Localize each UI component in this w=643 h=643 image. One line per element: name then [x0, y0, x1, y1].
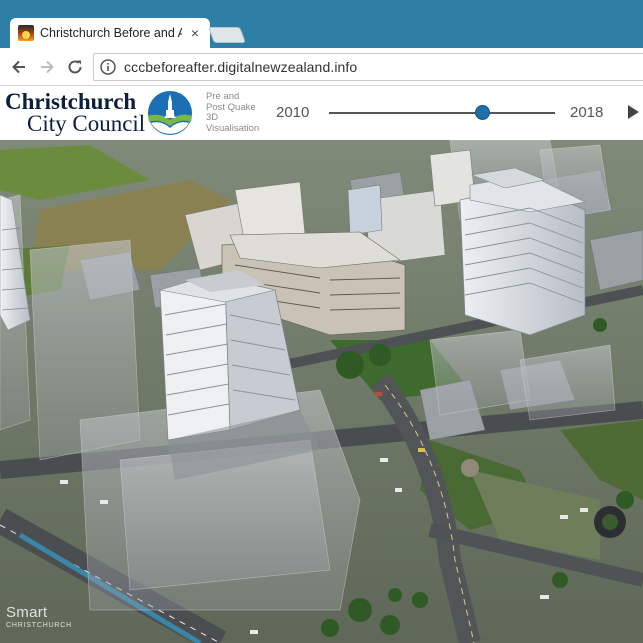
sunset-favicon-icon [18, 25, 34, 41]
new-tab-button[interactable] [208, 27, 246, 43]
tab-title: Christchurch Before and Af [40, 26, 182, 40]
app-header: Christchurch City Council Pre and Post Q… [0, 86, 643, 140]
reload-icon [68, 60, 82, 74]
smart-christchurch-watermark: Smart CHRISTCHURCH [6, 604, 72, 631]
reload-button[interactable] [64, 56, 86, 78]
tagline-line: 3D [206, 112, 219, 123]
back-button[interactable] [8, 56, 30, 78]
browser-tab-bar: Christchurch Before and Af × [0, 0, 643, 48]
timeline-slider-track[interactable] [329, 112, 555, 114]
3d-city-viewport[interactable] [0, 140, 643, 643]
browser-tab[interactable]: Christchurch Before and Af × [10, 18, 210, 48]
url-text: cccbeforeafter.digitalnewzealand.info [124, 59, 358, 75]
browser-toolbar: cccbeforeafter.digitalnewzealand.info [0, 48, 643, 86]
logo-line1: Christchurch [5, 89, 137, 114]
watermark-line1: Smart [6, 604, 48, 621]
logo-line2: City Council [27, 111, 146, 136]
aerial-city-scene [0, 140, 643, 643]
arrow-left-icon [12, 60, 25, 74]
timeline-end-year: 2018 [570, 104, 604, 121]
tagline: Pre and Post Quake 3D Visualisation [206, 91, 276, 134]
timeline-start-year: 2010 [276, 104, 310, 121]
watermark-line2: CHRISTCHURCH [6, 622, 72, 629]
address-bar[interactable]: cccbeforeafter.digitalnewzealand.info [93, 53, 643, 81]
cathedral-emblem-icon [148, 91, 192, 135]
timeline-slider-thumb[interactable] [475, 105, 491, 120]
council-logo[interactable]: Christchurch City Council [5, 89, 146, 136]
forward-button[interactable] [36, 56, 58, 78]
tagline-line: Pre and [206, 91, 240, 102]
play-icon[interactable] [628, 105, 639, 119]
arrow-right-icon [41, 60, 54, 74]
tagline-line: Visualisation [206, 122, 260, 134]
info-icon[interactable] [100, 59, 116, 75]
tab-close-icon[interactable]: × [188, 25, 202, 41]
